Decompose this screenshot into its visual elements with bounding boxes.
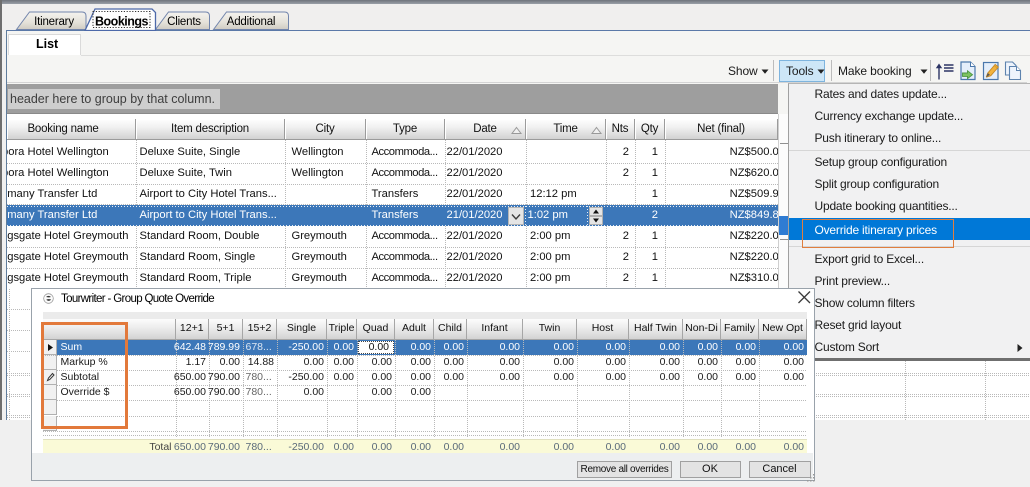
svg-text:Additional: Additional [227, 16, 276, 28]
svg-text:Bookings: Bookings [95, 15, 148, 29]
svg-text:Clients: Clients [167, 16, 201, 28]
svg-text:Itinerary: Itinerary [34, 16, 74, 28]
